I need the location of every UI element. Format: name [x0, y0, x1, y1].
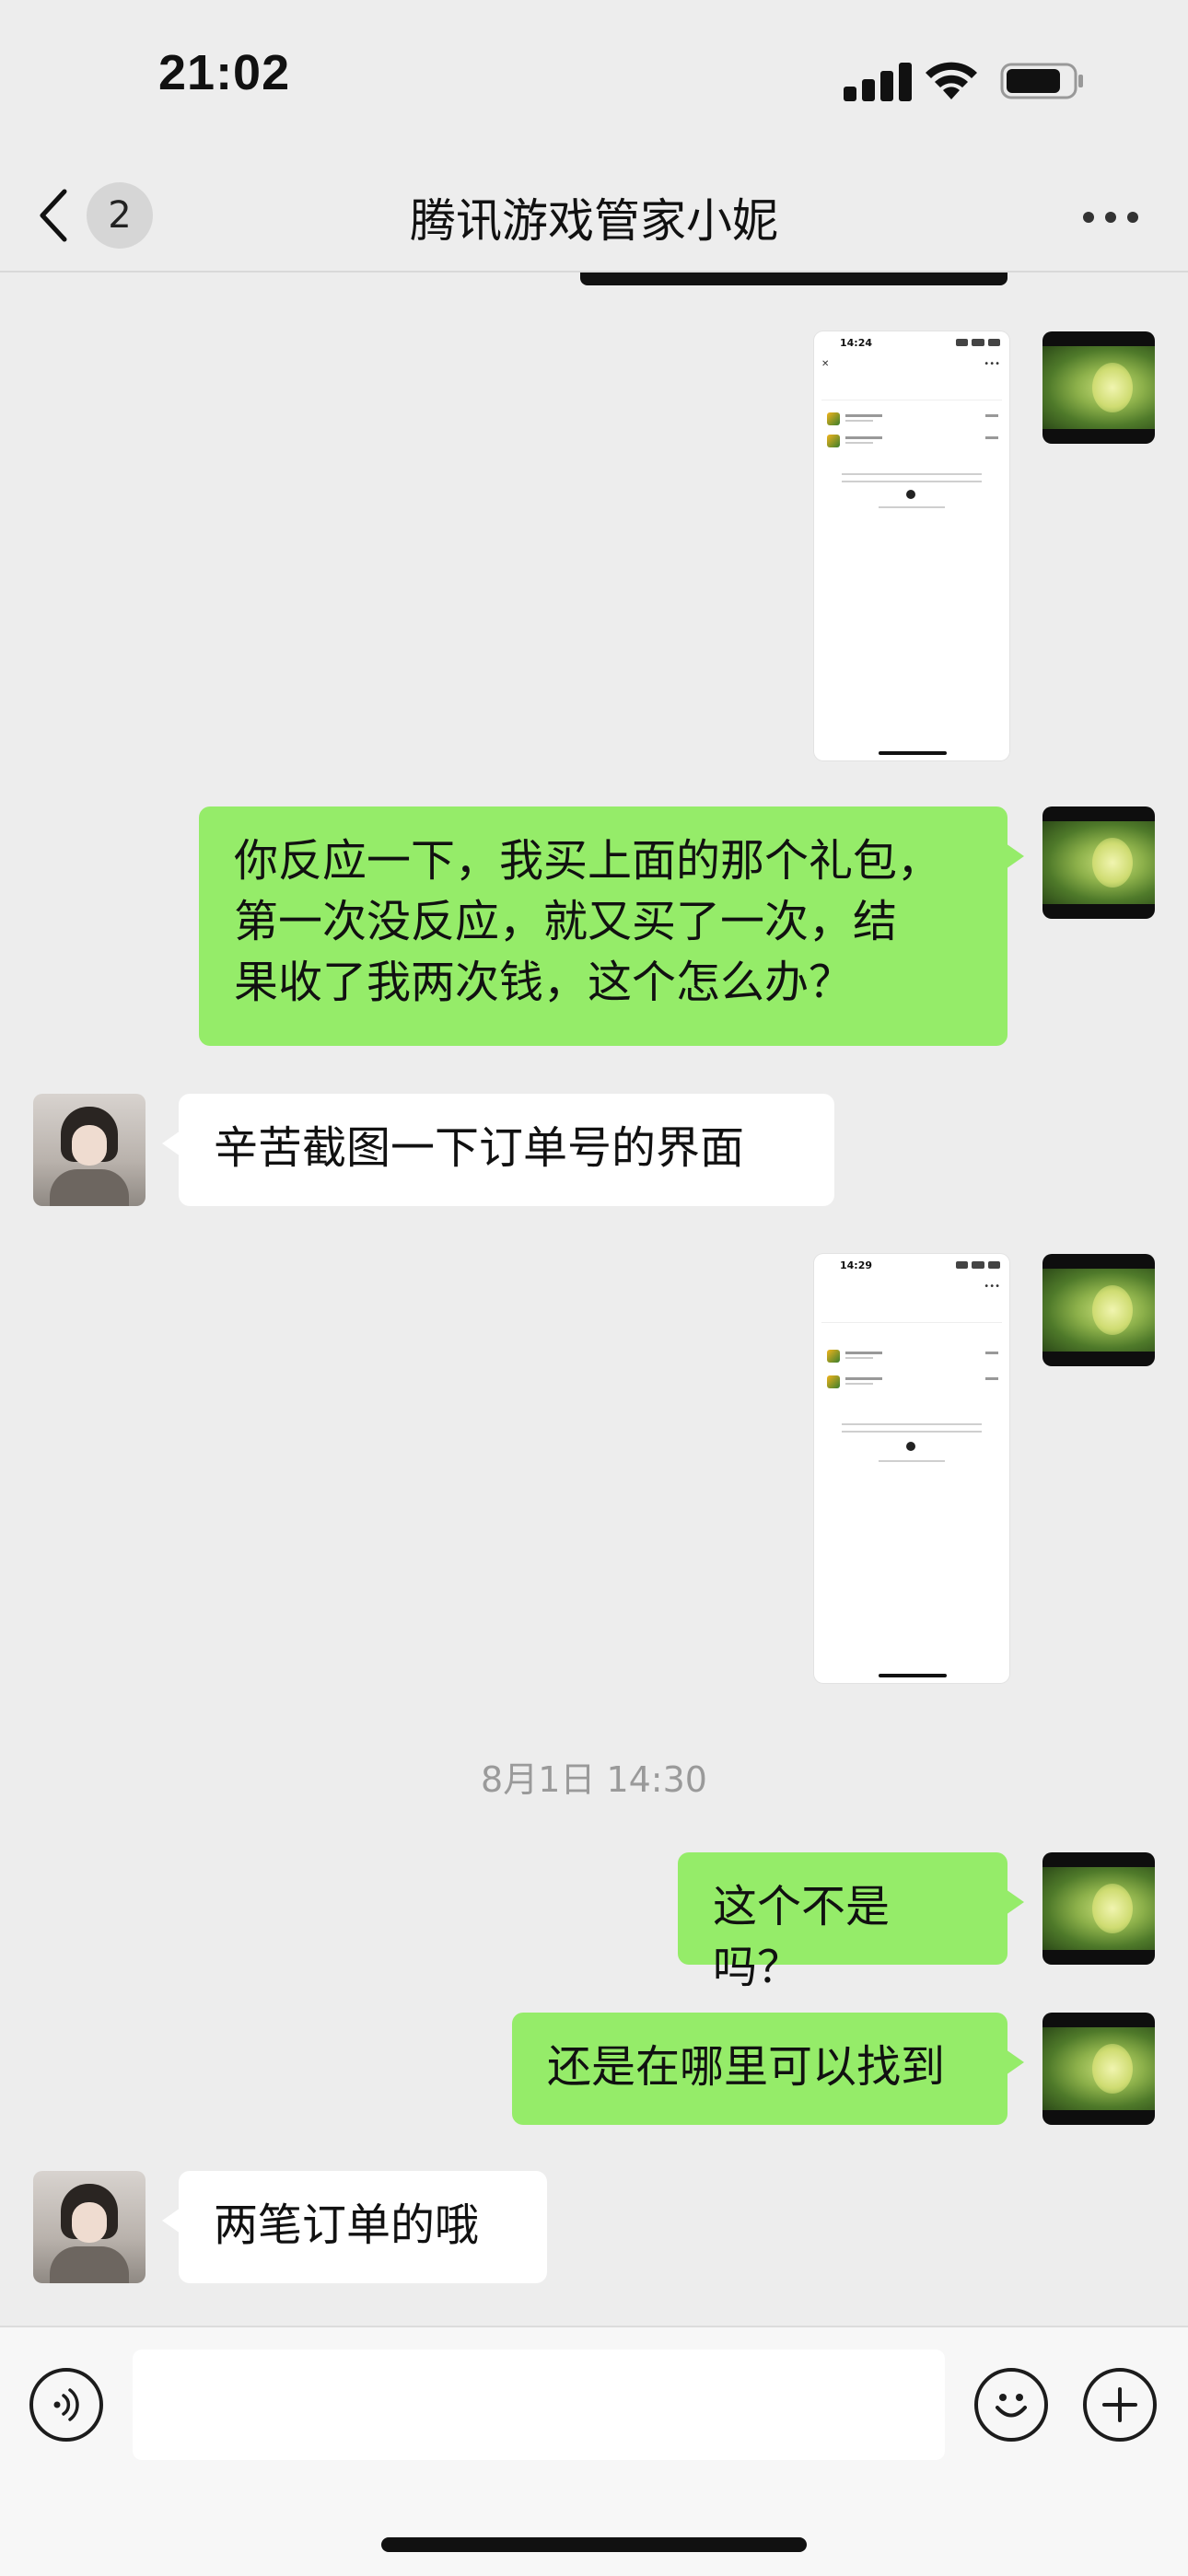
message-bubble-self[interactable]: 这个不是吗？ [678, 1852, 1024, 1993]
image-message-screenshot-2[interactable]: 14:29 ••• [814, 1254, 1009, 1683]
chat-nav-bar: 2 腾讯游戏管家小妮 [0, 157, 1188, 273]
emoji-icon [996, 2394, 1027, 2418]
plus-icon [1102, 2387, 1137, 2422]
chat-title: 腾讯游戏管家小妮 [410, 194, 778, 248]
voice-input-icon [53, 2388, 79, 2421]
avatar-self[interactable] [1042, 1254, 1155, 1366]
avatar-contact[interactable] [33, 1094, 146, 1206]
message-bubble-self[interactable]: 还是在哪里可以找到 [512, 2013, 1024, 2125]
message-bubble-other[interactable]: 辛苦截图一下订单号的界面 [162, 1094, 834, 1206]
status-time: 21:02 [158, 45, 291, 100]
avatar-self[interactable] [1042, 331, 1155, 444]
message-list[interactable]: 14:24 ✕ ••• 你反应一下，我买上面的那个礼包， 第一次没反应，就又买了… [0, 273, 1188, 2324]
message-bubble-other[interactable]: 两笔订单的哦 [162, 2171, 547, 2283]
avatar-self[interactable] [1042, 2013, 1155, 2125]
avatar-self[interactable] [1042, 1852, 1155, 1965]
avatar-self[interactable] [1042, 806, 1155, 919]
status-bar: 21:02 [0, 0, 1188, 157]
voice-input-button[interactable] [29, 2368, 103, 2442]
wifi-icon [926, 62, 977, 99]
home-indicator [381, 2537, 807, 2552]
plus-button[interactable] [1083, 2368, 1157, 2442]
message-timestamp: 8月1日 14:30 [481, 1759, 707, 1800]
emoji-button[interactable] [974, 2368, 1048, 2442]
battery-icon [1000, 63, 1083, 99]
avatar-contact[interactable] [33, 2171, 146, 2283]
more-options-button[interactable] [1083, 199, 1138, 236]
message-input[interactable] [133, 2350, 945, 2460]
message-bubble-self[interactable]: 你反应一下，我买上面的那个礼包， 第一次没反应，就又买了一次，结 果收了我两次钱… [199, 806, 1024, 1046]
more-dots-icon [1083, 212, 1094, 223]
partial-image-message[interactable] [580, 273, 1007, 285]
image-message-screenshot-1[interactable]: 14:24 ✕ ••• [814, 331, 1009, 760]
